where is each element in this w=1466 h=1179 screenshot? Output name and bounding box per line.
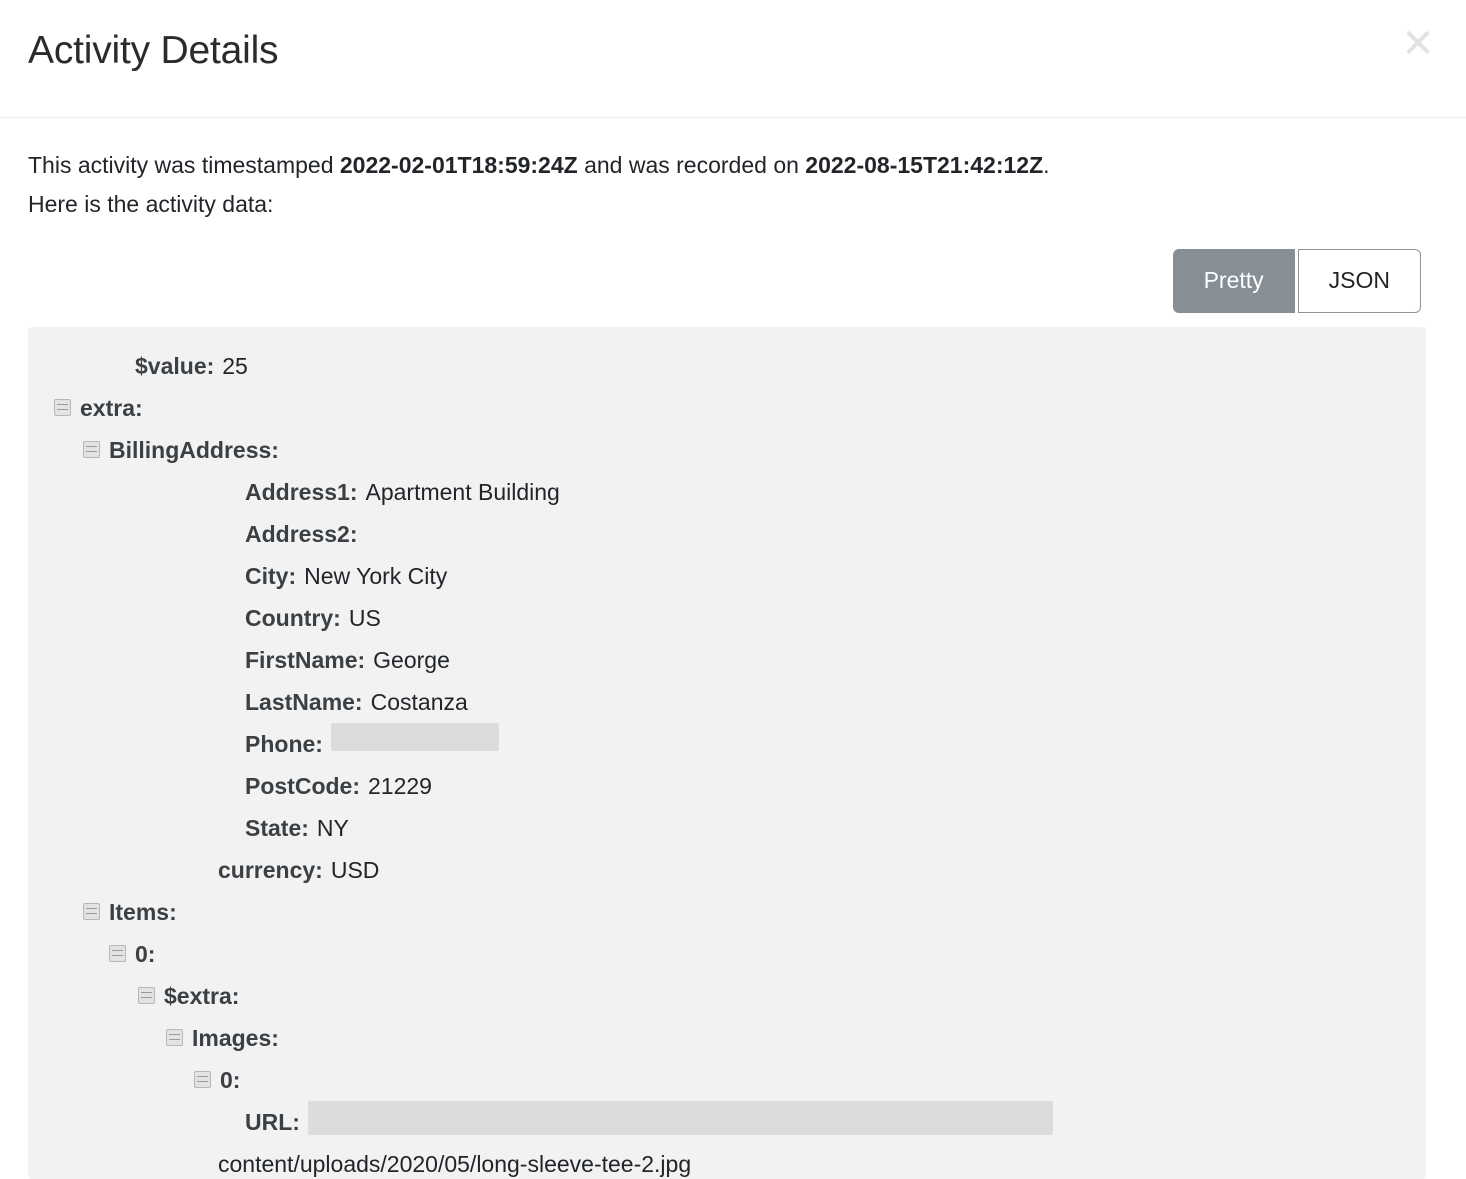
tree-key: FirstName: xyxy=(245,639,365,681)
redacted-value xyxy=(331,723,499,751)
tree-key: $value: xyxy=(135,345,214,387)
tree-key: 0: xyxy=(220,1059,240,1101)
tree-key: Items: xyxy=(109,891,177,933)
tree-row: PostCode:21229 xyxy=(28,765,1426,807)
tree-row: Items: xyxy=(28,891,1426,933)
tree-key: Phone: xyxy=(245,723,323,765)
tree-key: PostCode: xyxy=(245,765,360,807)
intro-second-line: Here is the activity data: xyxy=(28,191,273,217)
redacted-value xyxy=(308,1101,1053,1135)
tree-key: 0: xyxy=(135,933,155,975)
url-wrapped-text: content/uploads/2020/05/long-sleeve-tee-… xyxy=(28,1143,1426,1179)
tree-value: 21229 xyxy=(368,765,432,807)
collapse-toggle-icon[interactable] xyxy=(83,441,100,458)
tree-value: George xyxy=(373,639,450,681)
tree-key: Address2: xyxy=(245,513,357,555)
collapse-toggle-icon[interactable] xyxy=(83,903,100,920)
tree-key: Country: xyxy=(245,597,341,639)
tree-row: FirstName:George xyxy=(28,639,1426,681)
tree-key: LastName: xyxy=(245,681,363,723)
tab-json[interactable]: JSON xyxy=(1298,249,1421,313)
tree-key: currency: xyxy=(218,849,323,891)
page-title: Activity Details xyxy=(28,30,1438,73)
tree-row: Address1:Apartment Building xyxy=(28,471,1426,513)
tree-value: US xyxy=(349,597,381,639)
timestamped-at-value: 2022-02-01T18:59:24Z xyxy=(340,152,578,178)
collapse-toggle-icon[interactable] xyxy=(194,1071,211,1088)
collapse-toggle-icon[interactable] xyxy=(166,1029,183,1046)
modal-header: Activity Details ✕ xyxy=(0,0,1466,118)
tree-row: City:New York City xyxy=(28,555,1426,597)
intro-suffix: . xyxy=(1043,152,1049,178)
tree-row: 0: xyxy=(28,933,1426,975)
tree-key: $extra: xyxy=(164,975,239,1017)
tree-key: City: xyxy=(245,555,296,597)
tree-key: Address1: xyxy=(245,471,357,513)
tree-row: Phone: xyxy=(28,723,1426,765)
view-toggle-group: Pretty JSON xyxy=(28,249,1438,313)
close-icon: ✕ xyxy=(1401,24,1435,64)
json-tree-panel[interactable]: $value:25extra:BillingAddress:Address1:A… xyxy=(28,327,1426,1179)
tree-row: currency:USD xyxy=(28,849,1426,891)
recorded-at-value: 2022-08-15T21:42:12Z xyxy=(805,152,1043,178)
tree-key: BillingAddress: xyxy=(109,429,279,471)
tree-key: State: xyxy=(245,807,309,849)
collapse-toggle-icon[interactable] xyxy=(109,945,126,962)
close-button[interactable]: ✕ xyxy=(1396,22,1440,66)
tree-row: Address2: xyxy=(28,513,1426,555)
intro-prefix: This activity was timestamped xyxy=(28,152,340,178)
intro-middle: and was recorded on xyxy=(578,152,806,178)
tree-key: URL: xyxy=(245,1101,300,1143)
tab-pretty[interactable]: Pretty xyxy=(1173,249,1295,313)
tree-value: USD xyxy=(331,849,380,891)
tree-key: Images: xyxy=(192,1017,279,1059)
tree-value: NY xyxy=(317,807,349,849)
tree-value: Costanza xyxy=(371,681,468,723)
tree-row: LastName:Costanza xyxy=(28,681,1426,723)
intro-text: This activity was timestamped 2022-02-01… xyxy=(28,146,1428,223)
tree-row: URL: xyxy=(28,1101,1426,1143)
tree-row: Country:US xyxy=(28,597,1426,639)
tree-value: New York City xyxy=(304,555,447,597)
tree-row: 0: xyxy=(28,1059,1426,1101)
tree-row: State:NY xyxy=(28,807,1426,849)
collapse-toggle-icon[interactable] xyxy=(54,399,71,416)
collapse-toggle-icon[interactable] xyxy=(138,987,155,1004)
tree-value: Apartment Building xyxy=(365,471,559,513)
tree-row: extra: xyxy=(28,387,1426,429)
tree-value: 25 xyxy=(222,345,248,387)
tree-row: $extra: xyxy=(28,975,1426,1017)
tree-row: BillingAddress: xyxy=(28,429,1426,471)
tree-row: Images: xyxy=(28,1017,1426,1059)
modal-body: This activity was timestamped 2022-02-01… xyxy=(0,118,1466,1179)
tree-key: extra: xyxy=(80,387,143,429)
tree-row: $value:25 xyxy=(28,345,1426,387)
